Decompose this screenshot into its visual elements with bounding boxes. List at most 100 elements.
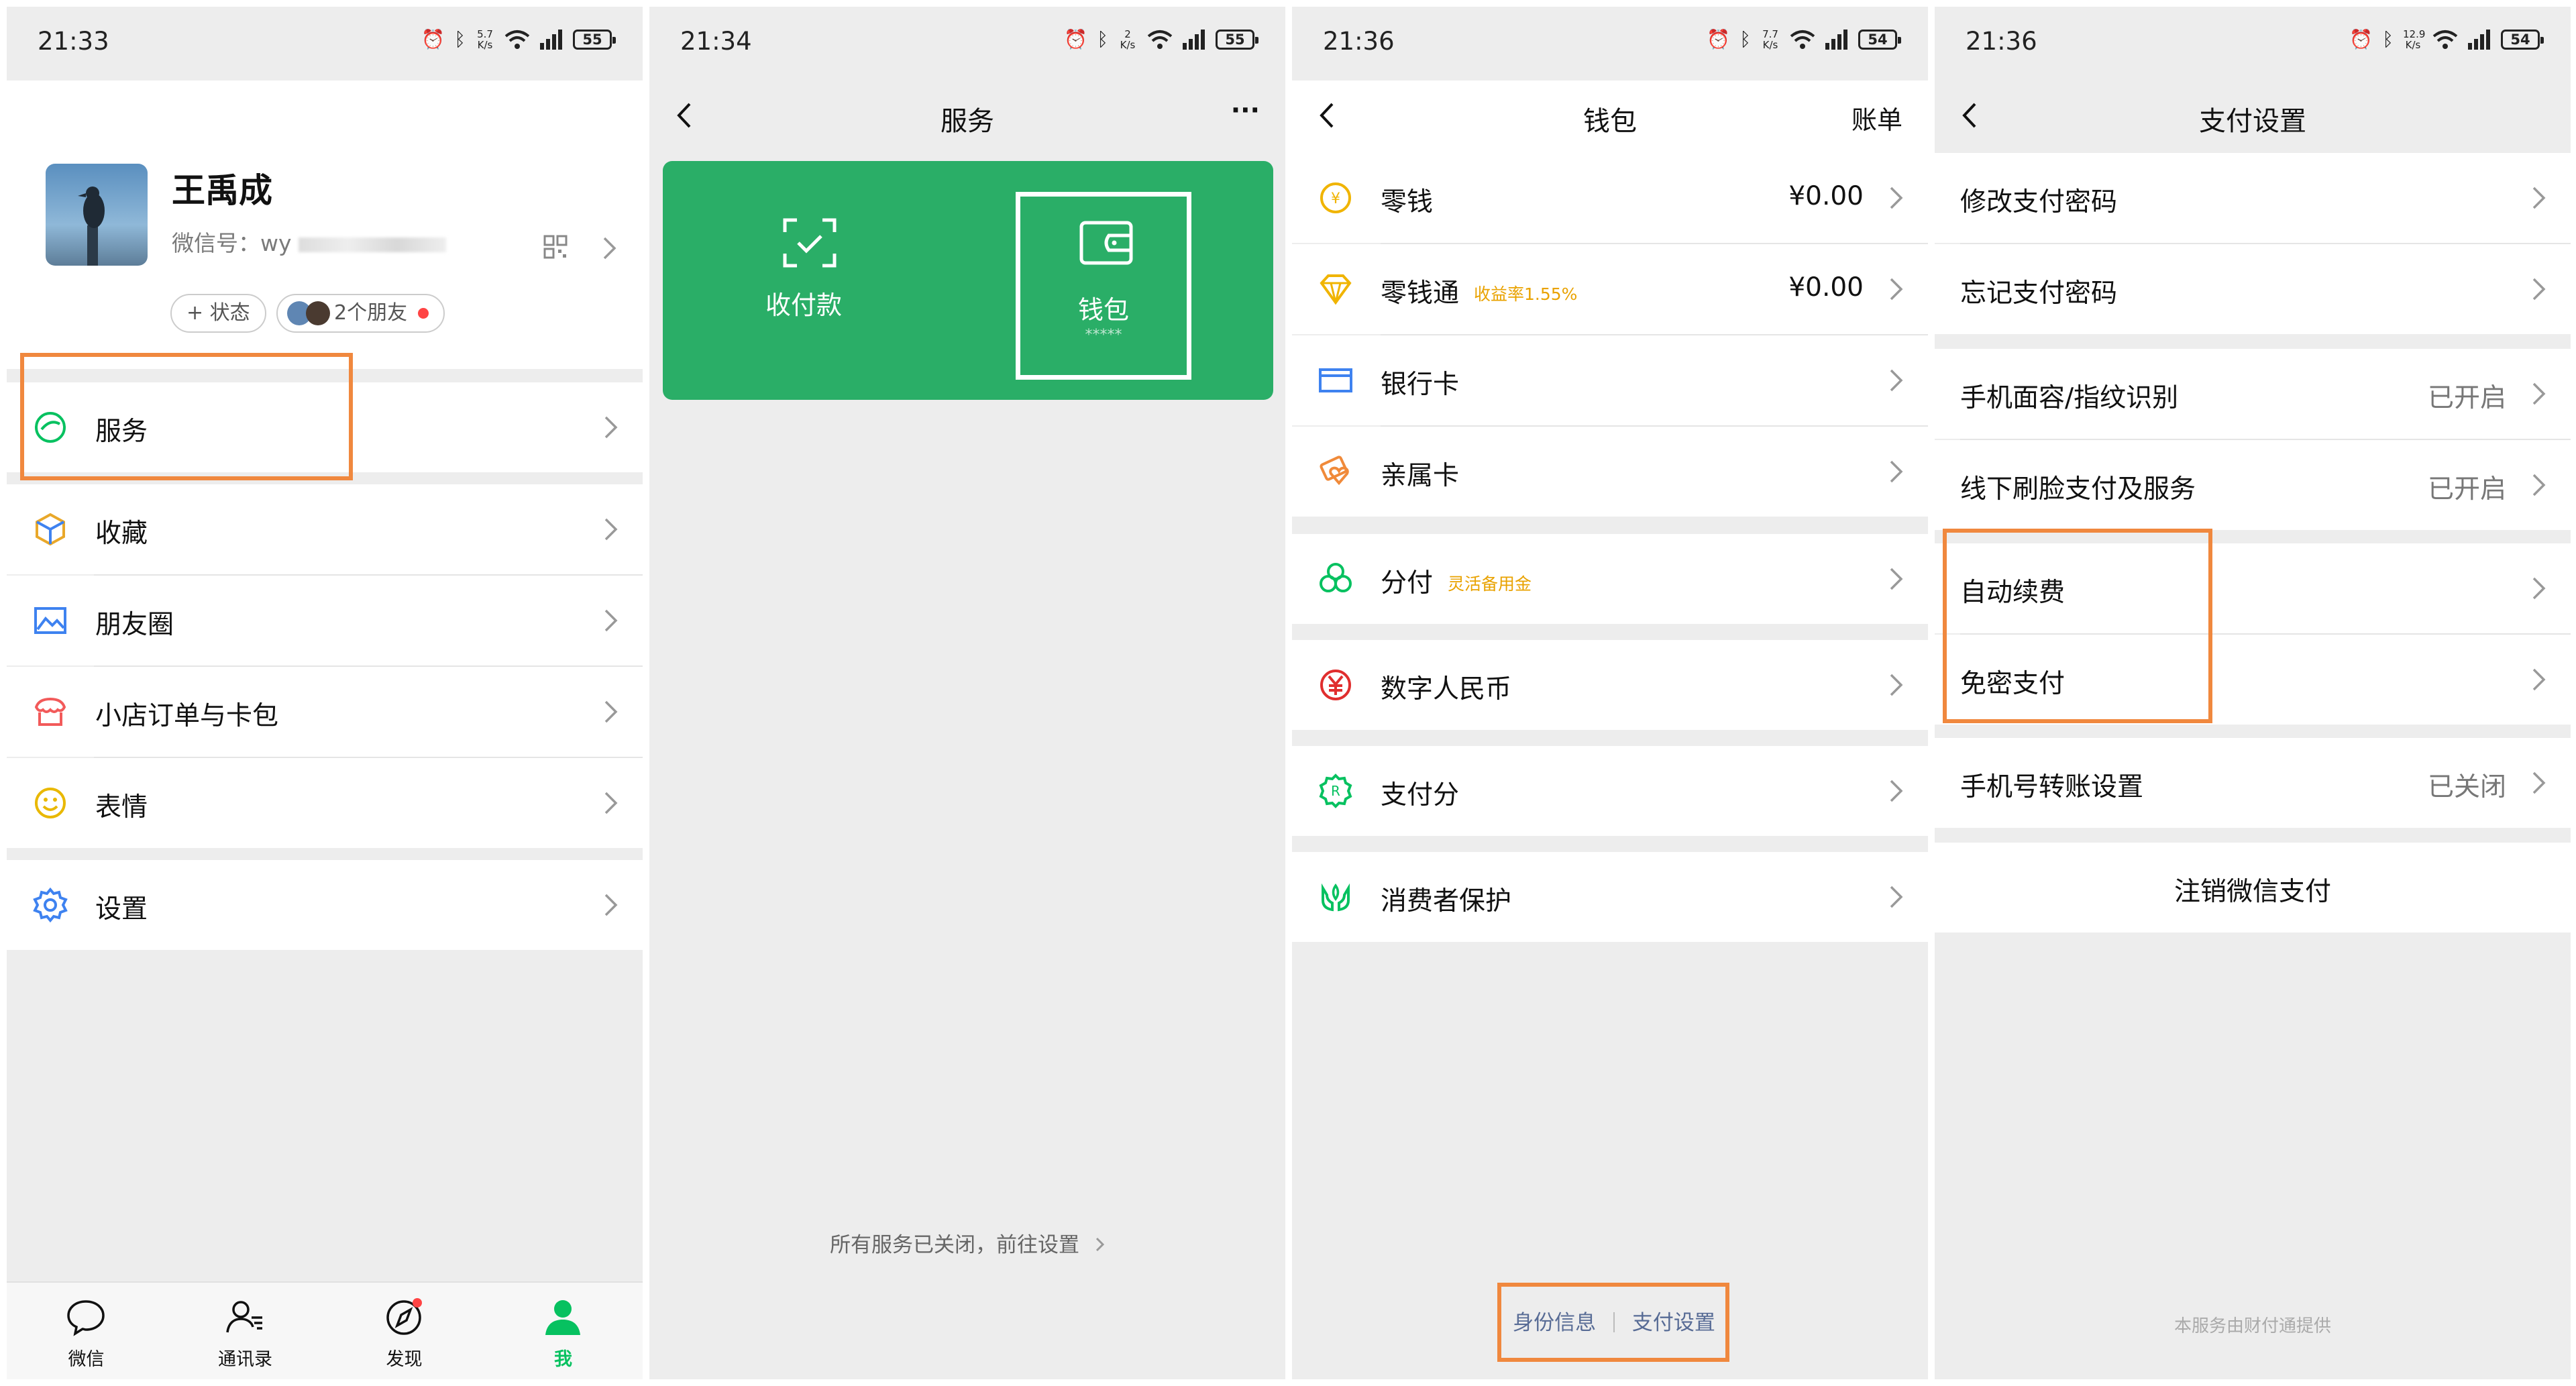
tab-me[interactable]: 我 (484, 1283, 643, 1379)
family-card-icon (1320, 456, 1349, 486)
setting-forgot-password[interactable]: 忘记支付密码 (1935, 244, 2571, 334)
phone-transfer-status: 已关闭 (2427, 772, 2506, 802)
status-time: 21:33 (38, 27, 109, 56)
net-speed: 5.7 K/s (477, 28, 493, 51)
menu-item-settings[interactable]: 设置 (7, 860, 643, 950)
wallet-item-family-card[interactable]: 亲属卡 (1292, 427, 1928, 517)
bluetooth-icon: ᛒ (454, 28, 466, 50)
wallet-tile[interactable]: 钱包 ***** (1016, 192, 1191, 380)
alarm-icon: ⏰ (1707, 28, 1731, 50)
diamond-icon (1320, 274, 1352, 305)
deregister-wechat-pay-button[interactable]: 注销微信支付 (1935, 843, 2571, 932)
chevron-right-icon (604, 894, 618, 916)
shop-icon (34, 697, 66, 726)
smiley-icon (35, 788, 66, 818)
svg-text:¥: ¥ (1331, 191, 1340, 207)
services-closed-link[interactable]: 所有服务已关闭，前往设置 (649, 1228, 1285, 1258)
me-screen: 21:33 ⏰ ᛒ 5.7 K/s 55 王禹成 微信号：wy + 状态 2个朋… (7, 7, 643, 1379)
wallet-item-change[interactable]: ¥ 零钱 ¥0.00 (1292, 153, 1928, 243)
chevron-right-icon (2532, 382, 2546, 405)
wallet-item-pay-score[interactable]: R 支付分 (1292, 746, 1928, 836)
status-button[interactable]: + 状态 (170, 294, 266, 333)
wallet-screen: 21:36 ⏰ ᛒ 7.7 K/s 54 钱包 账单 ¥ 零钱 ¥0.00 零钱… (1292, 7, 1928, 1379)
tab-chats[interactable]: 微信 (7, 1283, 166, 1379)
chevron-right-icon (604, 609, 618, 632)
chevron-right-icon (1890, 460, 1903, 483)
signal-icon (1183, 29, 1205, 50)
wifi-icon (2432, 30, 2458, 49)
menu-item-orders[interactable]: 小店订单与卡包 (7, 667, 643, 757)
bottom-tab-bar: 微信 通讯录 发现 我 (7, 1281, 643, 1379)
contacts-icon (226, 1301, 262, 1333)
setting-modify-password[interactable]: 修改支付密码 (1935, 153, 2571, 243)
nav-bar: 服务 ··· (649, 81, 1285, 153)
highlight-box-footer (1497, 1283, 1729, 1362)
battery-icon: 54 (2501, 29, 2544, 50)
wallet-item-lingqiantong[interactable]: 零钱通 收益率1.55% ¥0.00 (1292, 244, 1928, 334)
profile-chevron-icon (603, 237, 616, 260)
more-button[interactable]: ··· (1231, 95, 1260, 125)
chevron-right-icon (2532, 474, 2546, 496)
signal-icon (1825, 29, 1847, 50)
menu-item-moments[interactable]: 朋友圈 (7, 576, 643, 665)
status-time: 21:36 (1966, 27, 2037, 56)
nav-bar: 钱包 账单 (1292, 81, 1928, 153)
collect-pay-tile[interactable]: 收付款 (703, 201, 904, 362)
bluetooth-icon: ᛒ (1739, 28, 1751, 50)
gear-icon (33, 887, 68, 923)
highlight-box-services (20, 353, 353, 480)
battery-icon: 55 (1216, 29, 1258, 50)
chevron-right-icon (2532, 186, 2546, 209)
yield-rate-tag: 收益率1.55% (1474, 284, 1578, 304)
setting-phone-transfer[interactable]: 手机号转账设置 已关闭 (1935, 738, 2571, 828)
compass-icon (386, 1298, 422, 1335)
qrcode-icon[interactable] (543, 235, 568, 259)
net-speed: 7.7 K/s (1762, 28, 1778, 51)
chevron-right-icon (604, 518, 618, 541)
wallet-item-consumer-protection[interactable]: 消费者保护 (1292, 852, 1928, 942)
status-time: 21:36 (1323, 27, 1395, 56)
menu-item-stickers[interactable]: 表情 (7, 758, 643, 848)
wifi-icon (504, 30, 530, 49)
profile-card[interactable]: 王禹成 微信号：wy + 状态 2个朋友 (7, 81, 643, 369)
person-icon (545, 1300, 580, 1335)
chevron-right-icon (1890, 674, 1903, 696)
setting-biometric[interactable]: 手机面容/指纹识别 已开启 (1935, 349, 2571, 439)
chevron-right-icon (604, 416, 618, 439)
signal-icon (2468, 29, 2490, 50)
status-bar: 21:34 ⏰ ᛒ 2 K/s 55 (649, 7, 1285, 81)
status-time: 21:34 (680, 27, 752, 56)
avatar[interactable] (46, 164, 148, 266)
tab-discover[interactable]: 发现 (325, 1283, 484, 1379)
change-balance: ¥0.00 (1788, 181, 1864, 211)
highlight-box-renew-nopwd (1943, 529, 2212, 723)
wallet-item-bank-card[interactable]: 银行卡 (1292, 335, 1928, 425)
alarm-icon: ⏰ (2349, 28, 2373, 50)
chevron-right-icon (2532, 278, 2546, 301)
friend-avatar (306, 301, 330, 325)
protection-hands-icon (1322, 883, 1350, 912)
wifi-icon (1790, 30, 1815, 49)
setting-offline-face-pay[interactable]: 线下刷脸支付及服务 已开启 (1935, 440, 2571, 530)
wechat-id: wy (260, 230, 292, 256)
bluetooth-icon: ᛒ (2382, 28, 2394, 50)
wallet-item-ecny[interactable]: 数字人民币 (1292, 640, 1928, 730)
tab-contacts[interactable]: 通讯录 (166, 1283, 325, 1379)
battery-icon: 54 (1858, 29, 1901, 50)
chevron-right-icon (1095, 1237, 1105, 1252)
status-bar: 21:36 ⏰ ᛒ 12.9 K/s 54 (1935, 7, 2571, 81)
bill-button[interactable]: 账单 (1851, 99, 1902, 136)
wallet-item-fenfu[interactable]: 分付 灵活备用金 (1292, 534, 1928, 624)
page-title: 服务 (941, 106, 994, 137)
svg-text:R: R (1331, 783, 1340, 799)
chevron-right-icon (604, 700, 618, 723)
biometric-status: 已开启 (2427, 383, 2506, 413)
menu-item-favorites[interactable]: 收藏 (7, 484, 643, 574)
pay-settings-screen: 21:36 ⏰ ᛒ 12.9 K/s 54 支付设置 修改支付密码 忘记支付密码… (1935, 7, 2571, 1379)
friends-status-chip[interactable]: 2个朋友 (276, 294, 445, 333)
lct-balance: ¥0.00 (1788, 272, 1864, 303)
chevron-right-icon (2532, 577, 2546, 600)
chevron-right-icon (1890, 278, 1903, 301)
chevron-right-icon (2532, 771, 2546, 794)
chat-bubble-icon (67, 1300, 105, 1336)
